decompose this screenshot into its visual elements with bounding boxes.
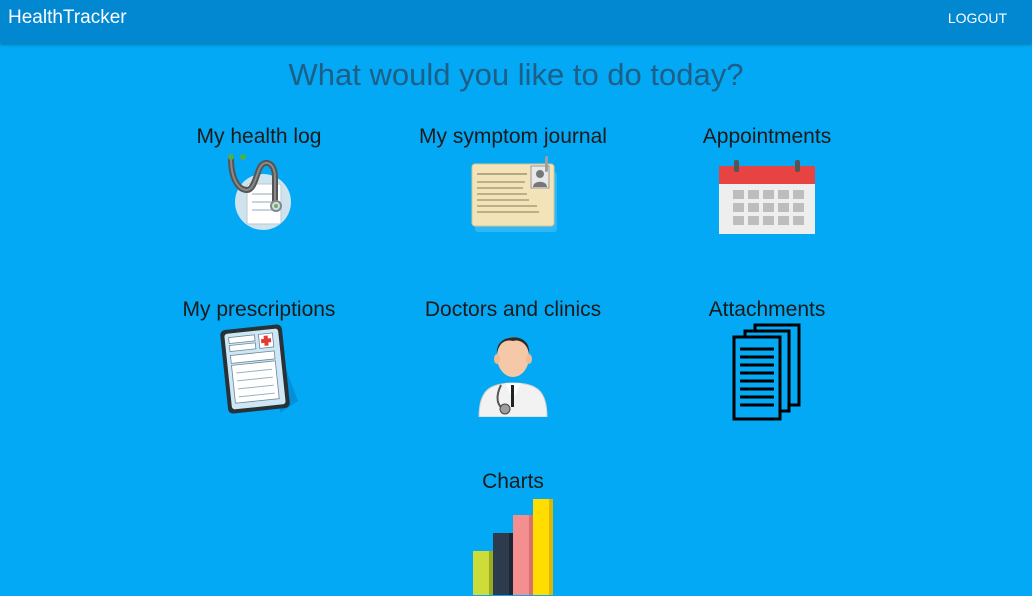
- documents-icon: [732, 323, 801, 421]
- tile-label: My prescriptions: [182, 298, 336, 321]
- tile-attachments[interactable]: Attachments: [637, 297, 897, 421]
- calendar-icon: [719, 160, 815, 234]
- tile-label: My symptom journal: [419, 125, 607, 148]
- tile-label: Appointments: [702, 125, 832, 148]
- page-heading: What would you like to do today?: [288, 57, 744, 92]
- tile-symptom-journal[interactable]: My symptom journal: [383, 124, 643, 234]
- tile-label: Attachments: [708, 298, 826, 321]
- tile-label: Doctors and clinics: [424, 298, 602, 321]
- journal-card-icon: [471, 156, 557, 232]
- tile-appointments[interactable]: Appointments: [637, 124, 897, 234]
- tile-label: Charts: [482, 470, 544, 493]
- stethoscope-icon: [228, 154, 291, 230]
- doctor-icon: [478, 337, 548, 417]
- tile-health-log[interactable]: My health log: [129, 124, 389, 234]
- tile-label: My health log: [196, 125, 322, 148]
- prescription-icon: [220, 324, 298, 414]
- app-brand[interactable]: HealthTracker: [8, 7, 127, 29]
- tile-prescriptions[interactable]: My prescriptions: [129, 297, 389, 415]
- tile-doctors-clinics[interactable]: Doctors and clinics: [383, 297, 643, 417]
- logout-button[interactable]: LOGOUT: [948, 10, 1007, 26]
- tile-charts[interactable]: Charts: [383, 469, 643, 595]
- top-navbar: HealthTracker LOGOUT: [0, 0, 1032, 43]
- bar-chart-icon: [473, 499, 553, 595]
